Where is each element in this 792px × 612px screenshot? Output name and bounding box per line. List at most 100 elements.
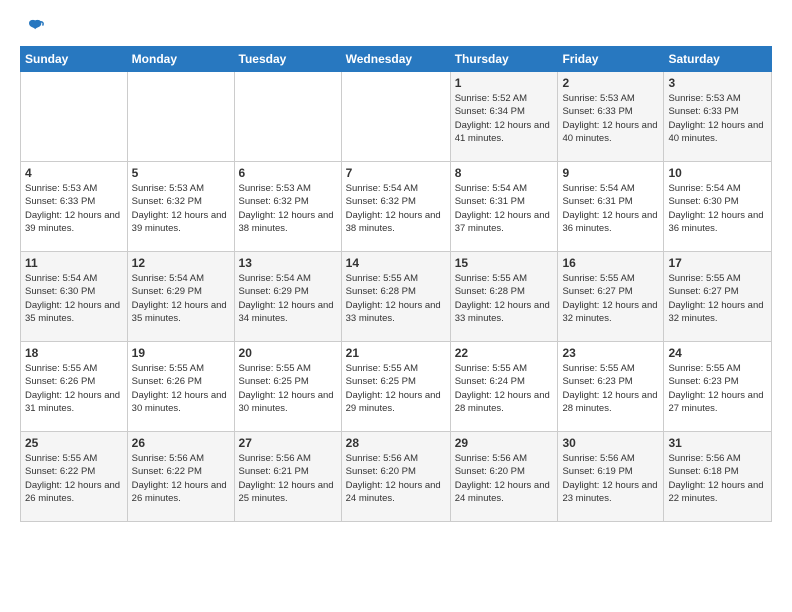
day-number: 15 <box>455 256 554 270</box>
day-info: Sunrise: 5:55 AM Sunset: 6:27 PM Dayligh… <box>562 272 659 325</box>
calendar-cell: 23 Sunrise: 5:55 AM Sunset: 6:23 PM Dayli… <box>558 342 664 432</box>
day-number: 18 <box>25 346 123 360</box>
calendar-cell: 11 Sunrise: 5:54 AM Sunset: 6:30 PM Dayli… <box>21 252 128 342</box>
day-header-wednesday: Wednesday <box>341 47 450 72</box>
calendar-cell: 19 Sunrise: 5:55 AM Sunset: 6:26 PM Dayli… <box>127 342 234 432</box>
calendar-cell: 7 Sunrise: 5:54 AM Sunset: 6:32 PM Daylig… <box>341 162 450 252</box>
day-number: 5 <box>132 166 230 180</box>
day-info: Sunrise: 5:56 AM Sunset: 6:19 PM Dayligh… <box>562 452 659 505</box>
day-info: Sunrise: 5:56 AM Sunset: 6:22 PM Dayligh… <box>132 452 230 505</box>
calendar-cell: 17 Sunrise: 5:55 AM Sunset: 6:27 PM Dayli… <box>664 252 772 342</box>
calendar-cell <box>341 72 450 162</box>
day-info: Sunrise: 5:55 AM Sunset: 6:25 PM Dayligh… <box>239 362 337 415</box>
day-info: Sunrise: 5:55 AM Sunset: 6:28 PM Dayligh… <box>455 272 554 325</box>
day-header-sunday: Sunday <box>21 47 128 72</box>
calendar-cell: 27 Sunrise: 5:56 AM Sunset: 6:21 PM Dayli… <box>234 432 341 522</box>
calendar-cell: 20 Sunrise: 5:55 AM Sunset: 6:25 PM Dayli… <box>234 342 341 432</box>
calendar-cell: 31 Sunrise: 5:56 AM Sunset: 6:18 PM Dayli… <box>664 432 772 522</box>
day-number: 31 <box>668 436 767 450</box>
calendar-week-row: 4 Sunrise: 5:53 AM Sunset: 6:33 PM Daylig… <box>21 162 772 252</box>
day-info: Sunrise: 5:55 AM Sunset: 6:23 PM Dayligh… <box>668 362 767 415</box>
day-info: Sunrise: 5:56 AM Sunset: 6:20 PM Dayligh… <box>346 452 446 505</box>
calendar-header-row: SundayMondayTuesdayWednesdayThursdayFrid… <box>21 47 772 72</box>
day-number: 3 <box>668 76 767 90</box>
day-info: Sunrise: 5:54 AM Sunset: 6:30 PM Dayligh… <box>25 272 123 325</box>
day-info: Sunrise: 5:56 AM Sunset: 6:21 PM Dayligh… <box>239 452 337 505</box>
day-info: Sunrise: 5:53 AM Sunset: 6:33 PM Dayligh… <box>562 92 659 145</box>
day-info: Sunrise: 5:55 AM Sunset: 6:24 PM Dayligh… <box>455 362 554 415</box>
calendar-cell: 22 Sunrise: 5:55 AM Sunset: 6:24 PM Dayli… <box>450 342 558 432</box>
calendar-cell: 18 Sunrise: 5:55 AM Sunset: 6:26 PM Dayli… <box>21 342 128 432</box>
day-number: 27 <box>239 436 337 450</box>
calendar-cell <box>234 72 341 162</box>
calendar-cell <box>21 72 128 162</box>
logo-bird-icon <box>22 16 44 38</box>
day-info: Sunrise: 5:55 AM Sunset: 6:27 PM Dayligh… <box>668 272 767 325</box>
day-number: 11 <box>25 256 123 270</box>
day-number: 14 <box>346 256 446 270</box>
day-info: Sunrise: 5:54 AM Sunset: 6:31 PM Dayligh… <box>455 182 554 235</box>
day-header-friday: Friday <box>558 47 664 72</box>
day-number: 1 <box>455 76 554 90</box>
calendar-week-row: 25 Sunrise: 5:55 AM Sunset: 6:22 PM Dayli… <box>21 432 772 522</box>
calendar-cell: 10 Sunrise: 5:54 AM Sunset: 6:30 PM Dayli… <box>664 162 772 252</box>
day-number: 30 <box>562 436 659 450</box>
calendar-cell: 24 Sunrise: 5:55 AM Sunset: 6:23 PM Dayli… <box>664 342 772 432</box>
page-header <box>20 16 772 38</box>
day-number: 10 <box>668 166 767 180</box>
day-number: 23 <box>562 346 659 360</box>
calendar-cell: 6 Sunrise: 5:53 AM Sunset: 6:32 PM Daylig… <box>234 162 341 252</box>
day-info: Sunrise: 5:53 AM Sunset: 6:32 PM Dayligh… <box>132 182 230 235</box>
day-number: 17 <box>668 256 767 270</box>
day-info: Sunrise: 5:53 AM Sunset: 6:32 PM Dayligh… <box>239 182 337 235</box>
day-header-saturday: Saturday <box>664 47 772 72</box>
day-info: Sunrise: 5:55 AM Sunset: 6:22 PM Dayligh… <box>25 452 123 505</box>
day-info: Sunrise: 5:54 AM Sunset: 6:29 PM Dayligh… <box>132 272 230 325</box>
day-number: 29 <box>455 436 554 450</box>
calendar-cell: 5 Sunrise: 5:53 AM Sunset: 6:32 PM Daylig… <box>127 162 234 252</box>
calendar-cell: 30 Sunrise: 5:56 AM Sunset: 6:19 PM Dayli… <box>558 432 664 522</box>
day-number: 8 <box>455 166 554 180</box>
day-number: 4 <box>25 166 123 180</box>
day-info: Sunrise: 5:53 AM Sunset: 6:33 PM Dayligh… <box>668 92 767 145</box>
calendar-table: SundayMondayTuesdayWednesdayThursdayFrid… <box>20 46 772 522</box>
day-number: 22 <box>455 346 554 360</box>
day-number: 24 <box>668 346 767 360</box>
day-number: 7 <box>346 166 446 180</box>
day-info: Sunrise: 5:54 AM Sunset: 6:31 PM Dayligh… <box>562 182 659 235</box>
day-info: Sunrise: 5:55 AM Sunset: 6:26 PM Dayligh… <box>132 362 230 415</box>
day-info: Sunrise: 5:55 AM Sunset: 6:26 PM Dayligh… <box>25 362 123 415</box>
day-number: 9 <box>562 166 659 180</box>
day-info: Sunrise: 5:53 AM Sunset: 6:33 PM Dayligh… <box>25 182 123 235</box>
calendar-cell: 12 Sunrise: 5:54 AM Sunset: 6:29 PM Dayli… <box>127 252 234 342</box>
calendar-cell: 3 Sunrise: 5:53 AM Sunset: 6:33 PM Daylig… <box>664 72 772 162</box>
calendar-cell: 16 Sunrise: 5:55 AM Sunset: 6:27 PM Dayli… <box>558 252 664 342</box>
day-number: 28 <box>346 436 446 450</box>
day-number: 12 <box>132 256 230 270</box>
day-info: Sunrise: 5:54 AM Sunset: 6:32 PM Dayligh… <box>346 182 446 235</box>
calendar-cell: 14Sunrise: 5:55 AM Sunset: 6:28 PM Dayli… <box>341 252 450 342</box>
day-number: 26 <box>132 436 230 450</box>
day-number: 16 <box>562 256 659 270</box>
day-info: Sunrise: 5:56 AM Sunset: 6:18 PM Dayligh… <box>668 452 767 505</box>
day-number: 20 <box>239 346 337 360</box>
day-number: 2 <box>562 76 659 90</box>
day-info: Sunrise: 5:54 AM Sunset: 6:30 PM Dayligh… <box>668 182 767 235</box>
calendar-cell: 29 Sunrise: 5:56 AM Sunset: 6:20 PM Dayli… <box>450 432 558 522</box>
day-header-tuesday: Tuesday <box>234 47 341 72</box>
day-info: Sunrise: 5:56 AM Sunset: 6:20 PM Dayligh… <box>455 452 554 505</box>
day-info: Sunrise: 5:55 AM Sunset: 6:23 PM Dayligh… <box>562 362 659 415</box>
calendar-cell: 15 Sunrise: 5:55 AM Sunset: 6:28 PM Dayli… <box>450 252 558 342</box>
calendar-cell: 8 Sunrise: 5:54 AM Sunset: 6:31 PM Daylig… <box>450 162 558 252</box>
day-header-thursday: Thursday <box>450 47 558 72</box>
day-info: Sunrise: 5:52 AM Sunset: 6:34 PM Dayligh… <box>455 92 554 145</box>
calendar-cell: 4 Sunrise: 5:53 AM Sunset: 6:33 PM Daylig… <box>21 162 128 252</box>
calendar-cell: 13Sunrise: 5:54 AM Sunset: 6:29 PM Dayli… <box>234 252 341 342</box>
calendar-week-row: 18 Sunrise: 5:55 AM Sunset: 6:26 PM Dayli… <box>21 342 772 432</box>
calendar-cell: 28 Sunrise: 5:56 AM Sunset: 6:20 PM Dayli… <box>341 432 450 522</box>
day-number: 6 <box>239 166 337 180</box>
day-number: 25 <box>25 436 123 450</box>
calendar-cell: 25 Sunrise: 5:55 AM Sunset: 6:22 PM Dayli… <box>21 432 128 522</box>
calendar-cell: 2 Sunrise: 5:53 AM Sunset: 6:33 PM Daylig… <box>558 72 664 162</box>
day-number: 19 <box>132 346 230 360</box>
